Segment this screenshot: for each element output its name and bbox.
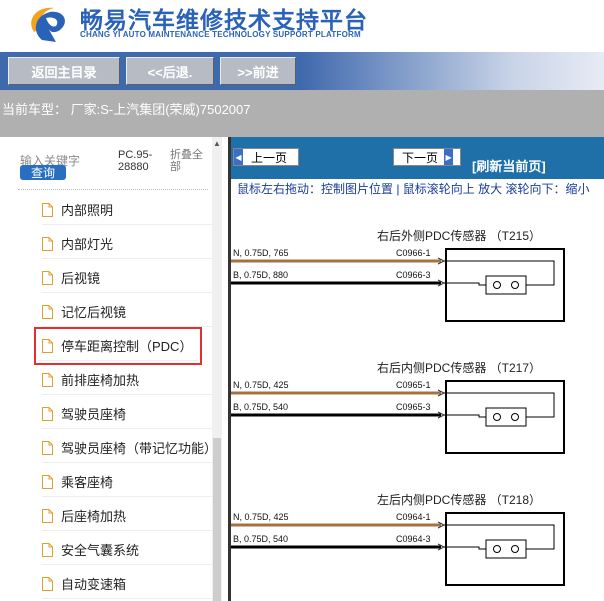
tree-item-label: 安全气囊系统 bbox=[61, 543, 140, 558]
tree-item-label: 内部照明 bbox=[61, 203, 114, 218]
back-button[interactable]: <<后退. bbox=[126, 57, 214, 85]
document-icon bbox=[42, 236, 53, 251]
nav-bar: 返回主目录 <<后退. >>前进 bbox=[0, 52, 604, 90]
document-icon bbox=[42, 338, 53, 353]
tree-item[interactable]: 驾驶员座椅 bbox=[42, 399, 212, 429]
brand-subtitle: CHANG YI AUTO MAINTENANCE TECHNOLOGY SUP… bbox=[80, 30, 361, 39]
arrow-left-icon: ◀ bbox=[234, 149, 243, 165]
refresh-link[interactable]: [刷新当前页] bbox=[472, 156, 546, 175]
tree-item-label: 后视镜 bbox=[61, 271, 101, 286]
tree-item[interactable]: 前排座椅加热 bbox=[42, 365, 212, 395]
current-model-text: 当前车型： 厂家:S-上汽集团(荣威)7502007 bbox=[2, 102, 251, 117]
internal-wire bbox=[444, 414, 486, 418]
document-icon bbox=[42, 372, 53, 387]
wiring-svg bbox=[231, 248, 565, 322]
document-icon bbox=[42, 304, 53, 319]
arrow-right-icon: ▶ bbox=[444, 149, 454, 165]
tree-item-label: 停车距离控制（PDC） bbox=[61, 339, 193, 354]
sensor-diagram: 左后内侧PDC传感器 （T218） N, 0.75D, 425 C0964-1 B, … bbox=[231, 487, 604, 601]
document-icon bbox=[42, 542, 53, 557]
home-button[interactable]: 返回主目录 bbox=[8, 57, 120, 85]
document-icon bbox=[42, 474, 53, 489]
document-icon bbox=[42, 508, 53, 523]
sidebar: 输入关键字 查询 PC.95-28880 折叠全部 内部照明 内部灯光 后视镜 记忆后… bbox=[0, 137, 228, 601]
tree-item[interactable]: 后座椅加热 bbox=[42, 501, 212, 531]
sensor-diagram: 右后内侧PDC传感器 （T217） N, 0.75D, 425 C0965-1 B, … bbox=[231, 355, 604, 475]
sensor-element bbox=[485, 275, 527, 295]
tree-item[interactable]: 记忆后视镜 bbox=[42, 297, 212, 327]
tree-item-label: 记忆后视镜 bbox=[61, 305, 127, 320]
document-icon bbox=[42, 576, 53, 591]
hint-bar: 鼠标左右拖动：控制图片位置 | 鼠标滚轮向上 放大 滚轮向下：缩小 bbox=[231, 179, 604, 197]
tree-item-label: 驾驶员座椅（带记忆功能） bbox=[61, 441, 218, 456]
document-icon bbox=[42, 406, 53, 421]
tree-item-label: 乘客座椅 bbox=[61, 475, 114, 490]
pc-number-label: PC.95-28880 bbox=[118, 149, 153, 173]
next-page-button[interactable]: 下一页 ▶ bbox=[393, 148, 461, 166]
tree-item-label: 内部灯光 bbox=[61, 237, 114, 252]
header: 畅易汽车维修技术支持平台 CHANG YI AUTO MAINTENANCE T… bbox=[0, 0, 604, 52]
tree-item[interactable]: 停车距离控制（PDC） bbox=[34, 327, 202, 365]
search-button[interactable]: 查询 bbox=[20, 165, 66, 180]
document-icon bbox=[42, 202, 53, 217]
sensor-diagram: 右后外侧PDC传感器 （T215） N, 0.75D, 765 C0966-1 B, … bbox=[231, 223, 604, 343]
tree-item[interactable]: 驾驶员座椅（带记忆功能） bbox=[42, 433, 217, 463]
page-toolbar: ◀ 上一页 下一页 ▶ [刷新当前页] bbox=[231, 137, 604, 179]
collapse-all-link[interactable]: 折叠全部 bbox=[170, 149, 210, 173]
logo-icon bbox=[31, 7, 65, 42]
document-icon bbox=[42, 270, 53, 285]
main-panel: ◀ 上一页 下一页 ▶ [刷新当前页] 鼠标左右拖动：控制图片位置 | 鼠标滚轮… bbox=[231, 137, 604, 601]
prev-page-label: 上一页 bbox=[251, 150, 288, 165]
tree-item[interactable]: 内部照明 bbox=[42, 195, 212, 225]
scrollbar-thumb[interactable] bbox=[213, 438, 221, 601]
tree-item-label: 后座椅加热 bbox=[61, 509, 127, 524]
tree-item-label: 前排座椅加热 bbox=[61, 373, 140, 388]
sensor-element bbox=[485, 539, 527, 559]
divider bbox=[18, 189, 208, 190]
wiring-svg bbox=[231, 380, 565, 454]
tree-item-label: 驾驶员座椅 bbox=[61, 407, 127, 422]
forward-button[interactable]: >>前进 bbox=[220, 57, 296, 85]
sensor-element bbox=[485, 407, 527, 427]
next-page-label: 下一页 bbox=[402, 150, 439, 165]
current-model-bar: 当前车型： 厂家:S-上汽集团(荣威)7502007 bbox=[0, 90, 604, 137]
tree-item[interactable]: 安全气囊系统 bbox=[42, 535, 212, 565]
tree-item[interactable]: 乘客座椅 bbox=[42, 467, 212, 497]
internal-wire bbox=[444, 546, 486, 550]
scroll-up-icon[interactable]: ▲ bbox=[213, 140, 221, 148]
wiring-svg bbox=[231, 512, 565, 586]
prev-page-button[interactable]: ◀ 上一页 bbox=[233, 148, 299, 166]
internal-wire bbox=[444, 282, 486, 286]
document-icon bbox=[42, 440, 53, 455]
tree-item[interactable]: 自动变速箱 bbox=[42, 569, 212, 599]
tree-item-label: 自动变速箱 bbox=[61, 577, 127, 592]
tree-item[interactable]: 内部灯光 bbox=[42, 229, 212, 259]
tree-item[interactable]: 后视镜 bbox=[42, 263, 212, 293]
mouse-hint: 鼠标左右拖动：控制图片位置 | 鼠标滚轮向上 放大 滚轮向下：缩小 bbox=[237, 182, 590, 196]
